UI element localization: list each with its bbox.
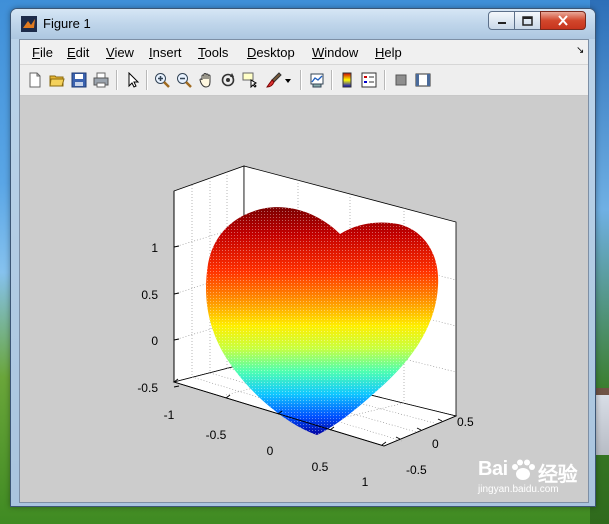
zoom-in-icon xyxy=(155,73,170,88)
brush-button[interactable] xyxy=(265,71,283,89)
title-bar[interactable]: Figure 1 xyxy=(11,9,595,39)
rotate-3d-button[interactable] xyxy=(219,71,237,89)
y-tick-label: 0 xyxy=(432,437,439,451)
pan-button[interactable] xyxy=(197,71,215,89)
axes-3d[interactable]: 1 0.5 0 -0.5 -1 -0.5 0 0.5 1 0.5 0 -0.5 xyxy=(20,96,588,502)
matlab-icon xyxy=(21,16,37,32)
plot-area[interactable]: 1 0.5 0 -0.5 -1 -0.5 0 0.5 1 0.5 0 -0.5 xyxy=(20,96,588,502)
save-figure-icon xyxy=(71,72,87,88)
hide-plot-tools-button[interactable] xyxy=(392,71,410,89)
menu-desktop[interactable]: Desktop xyxy=(247,45,295,60)
x-tick-label: -0.5 xyxy=(206,428,227,442)
maximize-icon xyxy=(522,15,533,26)
brush-icon xyxy=(266,72,282,88)
close-button[interactable] xyxy=(540,11,586,30)
brush-dropdown-button[interactable] xyxy=(283,71,293,89)
z-tick-label: 0 xyxy=(151,334,158,348)
show-plot-tools-button[interactable] xyxy=(414,71,432,89)
minimize-icon xyxy=(497,21,506,24)
data-cursor-button[interactable] xyxy=(241,71,259,89)
print-figure-icon xyxy=(93,72,109,88)
maximize-button[interactable] xyxy=(514,11,541,30)
menu-edit[interactable]: Edit xyxy=(67,45,89,60)
z-tick-label: 1 xyxy=(151,241,158,255)
x-tick-label: -1 xyxy=(164,408,175,422)
watermark-brand: Bai xyxy=(478,458,508,480)
menu-insert[interactable]: Insert xyxy=(149,45,182,60)
menu-bar: File Edit View Insert Tools Desktop Wind… xyxy=(20,40,588,65)
x-tick-label: 0 xyxy=(267,444,274,458)
dock-figure-button[interactable]: ↘ xyxy=(576,45,584,56)
minimize-button[interactable] xyxy=(488,11,515,30)
new-figure-icon xyxy=(29,72,41,88)
hide-plot-tools-icon xyxy=(395,74,407,86)
show-plot-tools-icon xyxy=(415,73,431,87)
figure-toolbar xyxy=(20,65,588,96)
data-cursor-icon xyxy=(242,72,258,88)
colorbar-icon xyxy=(342,72,352,88)
toolbar-separator xyxy=(331,70,333,90)
chevron-down-icon xyxy=(285,79,291,83)
new-figure-button[interactable] xyxy=(26,71,44,89)
toolbar-separator xyxy=(384,70,386,90)
zoom-out-button[interactable] xyxy=(175,71,193,89)
watermark-brand-suffix: 经验 xyxy=(538,464,578,486)
menu-file[interactable]: File xyxy=(32,45,53,60)
link-plot-button[interactable] xyxy=(308,71,326,89)
figure-client-area: File Edit View Insert Tools Desktop Wind… xyxy=(19,39,589,503)
z-tick-label: -0.5 xyxy=(137,381,158,395)
figure-window: Figure 1 File Edit View Insert Tools Des… xyxy=(10,8,596,507)
open-file-icon xyxy=(49,75,65,87)
menu-help[interactable]: Help xyxy=(375,45,402,60)
save-figure-button[interactable] xyxy=(70,71,88,89)
pan-icon xyxy=(199,72,211,88)
x-tick-label: 1 xyxy=(362,475,369,489)
x-tick-label: 0.5 xyxy=(312,460,329,474)
y-tick-label: 0.5 xyxy=(457,415,474,429)
toolbar-separator xyxy=(300,70,302,90)
rotate-3d-icon xyxy=(221,73,235,87)
edit-plot-icon xyxy=(128,72,140,88)
zoom-in-button[interactable] xyxy=(153,71,171,89)
menu-tools[interactable]: Tools xyxy=(198,45,228,60)
print-figure-button[interactable] xyxy=(92,71,110,89)
baidu-watermark: Bai 经验 jingyan.baidu.com xyxy=(478,458,598,498)
toolbar-separator xyxy=(116,70,118,90)
link-plot-icon xyxy=(310,73,324,88)
toolbar-separator xyxy=(146,70,148,90)
legend-icon xyxy=(361,72,377,88)
watermark-url: jingyan.baidu.com xyxy=(478,484,559,495)
close-icon xyxy=(558,15,568,26)
zoom-out-icon xyxy=(177,73,192,88)
menu-window[interactable]: Window xyxy=(312,45,358,60)
colorbar-button[interactable] xyxy=(338,71,356,89)
edit-plot-button[interactable] xyxy=(124,71,142,89)
paw-logo-icon xyxy=(512,459,535,480)
y-tick-label: -0.5 xyxy=(406,463,427,477)
z-tick-label: 0.5 xyxy=(141,288,158,302)
open-file-button[interactable] xyxy=(48,71,66,89)
menu-view[interactable]: View xyxy=(106,45,134,60)
legend-button[interactable] xyxy=(360,71,378,89)
window-title: Figure 1 xyxy=(43,16,91,31)
